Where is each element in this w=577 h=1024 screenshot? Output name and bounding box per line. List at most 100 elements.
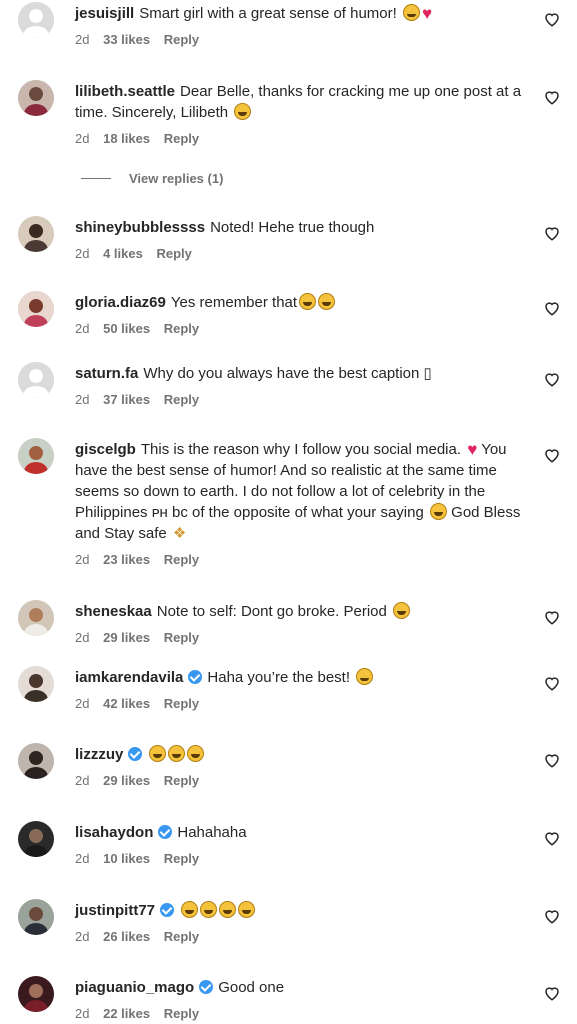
avatar[interactable] [18,291,54,327]
comment-age: 2d [75,552,90,567]
red-heart-emoji-icon: ♥ [421,4,433,23]
avatar[interactable] [18,821,54,857]
username[interactable]: lisahaydon [75,824,153,841]
likes-count[interactable]: 37 likes [103,392,150,407]
red-heart-emoji-icon: ♥ [467,440,478,459]
laughing-emoji-icon [187,745,205,762]
username[interactable]: shineybubblessss [75,219,205,236]
laughing-emoji-icon [200,901,218,918]
laughing-emoji-icon [299,293,317,310]
comment-age: 2d [75,773,90,788]
username[interactable]: giscelgb [75,441,136,458]
comment-age: 2d [75,321,90,336]
username[interactable]: jesuisjill [75,5,134,22]
username[interactable]: lizzzuy [75,746,123,763]
likes-count[interactable]: 29 likes [103,630,150,645]
reply-button[interactable]: Reply [164,32,199,47]
comment-text: Good one [218,979,285,996]
reply-button[interactable]: Reply [164,929,199,944]
smile-emoji-icon [402,4,420,21]
likes-count[interactable]: 10 likes [103,851,150,866]
avatar[interactable] [18,438,54,474]
reply-button[interactable]: Reply [164,321,199,336]
likes-count[interactable]: 26 likes [103,929,150,944]
like-heart-icon[interactable] [543,984,561,1002]
like-heart-icon[interactable] [543,751,561,769]
avatar[interactable] [18,976,54,1012]
like-heart-icon[interactable] [543,10,561,28]
comment-text: This is the reason why I follow you soci… [140,441,462,458]
comment-text: Haha you’re the best! [207,669,350,686]
laughing-emoji-icon [393,602,411,619]
reply-button[interactable]: Reply [164,630,199,645]
likes-count[interactable]: 4 likes [103,246,143,261]
reply-button[interactable]: Reply [164,392,199,407]
likes-count[interactable]: 33 likes [103,32,150,47]
username[interactable]: piaguanio_mago [75,979,194,996]
comment-age: 2d [75,131,90,146]
likes-count[interactable]: 23 likes [103,552,150,567]
verified-badge-icon [158,825,173,839]
verified-badge-icon [160,903,175,917]
like-heart-icon[interactable] [543,829,561,847]
like-heart-icon[interactable] [543,370,561,388]
like-heart-icon[interactable] [543,674,561,692]
laughing-emoji-icon [238,901,256,918]
like-heart-icon[interactable] [543,608,561,626]
like-heart-icon[interactable] [543,446,561,464]
comment-text: Why do you always have the best caption … [143,365,432,382]
comment-age: 2d [75,929,90,944]
like-heart-icon[interactable] [543,299,561,317]
comment-age: 2d [75,392,90,407]
default-avatar-icon[interactable] [18,362,54,398]
default-avatar-icon[interactable] [18,2,54,38]
avatar[interactable] [18,216,54,252]
username[interactable]: iamkarendavila [75,669,183,686]
reply-button[interactable]: Reply [164,552,199,567]
like-heart-icon[interactable] [543,907,561,925]
laughing-emoji-icon [318,293,336,310]
avatar[interactable] [18,600,54,636]
grinning-emoji-icon [356,668,374,685]
reply-button[interactable]: Reply [164,1006,199,1021]
comment-age: 2d [75,246,90,261]
reply-button[interactable]: Reply [156,246,191,261]
comment-text: Note to self: Dont go broke. Period [156,603,387,620]
view-replies-label[interactable]: View replies (1) [129,171,223,186]
username[interactable]: saturn.fa [75,365,138,382]
praying-hands-emoji-icon: ❖ [172,525,187,542]
verified-badge-icon [199,980,214,994]
reply-button[interactable]: Reply [164,131,199,146]
reply-button[interactable]: Reply [164,696,199,711]
likes-count[interactable]: 18 likes [103,131,150,146]
laughing-emoji-icon [234,103,252,120]
comment-age: 2d [75,696,90,711]
reply-button[interactable]: Reply [164,773,199,788]
likes-count[interactable]: 22 likes [103,1006,150,1021]
avatar[interactable] [18,666,54,702]
comment-text: Noted! Hehe true though [210,219,375,236]
username[interactable]: sheneskaa [75,603,152,620]
comment-text: Smart girl with a great sense of humor! [139,5,397,22]
likes-count[interactable]: 42 likes [103,696,150,711]
comment-age: 2d [75,851,90,866]
likes-count[interactable]: 29 likes [103,773,150,788]
username[interactable]: gloria.diaz69 [75,294,166,311]
comment-age: 2d [75,1006,90,1021]
avatar[interactable] [18,80,54,116]
username[interactable]: lilibeth.seattle [75,83,175,100]
likes-count[interactable]: 50 likes [103,321,150,336]
comment-text: Hahahaha [177,824,247,841]
like-heart-icon[interactable] [543,224,561,242]
laughing-emoji-icon [429,503,447,520]
view-replies-button[interactable]: View replies (1) [75,171,223,186]
avatar[interactable] [18,899,54,935]
reply-button[interactable]: Reply [164,851,199,866]
like-heart-icon[interactable] [543,88,561,106]
laughing-emoji-icon [168,745,186,762]
comment-text: Yes remember that [170,294,298,311]
verified-badge-icon [188,670,203,684]
laughing-emoji-icon [181,901,199,918]
avatar[interactable] [18,743,54,779]
username[interactable]: justinpitt77 [75,902,155,919]
